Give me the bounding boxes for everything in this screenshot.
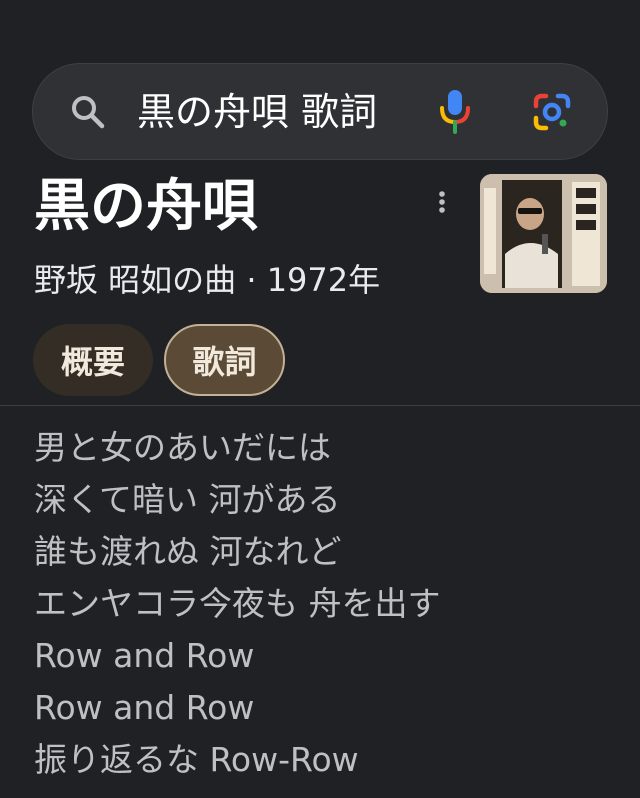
mic-icon[interactable] (437, 88, 473, 134)
more-vert-icon[interactable] (430, 186, 454, 218)
lyric-line: 誰も渡れぬ 河なれど (34, 532, 342, 571)
lyric-line: Row and Row (34, 688, 255, 727)
lyric-line: 男と女のあいだには (34, 428, 331, 467)
lyric-line: Row and Row (34, 636, 255, 675)
lyric-line: 振り返るな Row-Row (34, 740, 359, 779)
lyrics-block: 男と女のあいだには 深くて暗い 河がある 誰も渡れぬ 河なれど エンヤコラ今夜も… (34, 422, 624, 786)
album-thumbnail[interactable] (480, 174, 607, 293)
song-title: 黒の舟唄 (34, 174, 258, 239)
chip-lyrics[interactable]: 歌詞 (164, 324, 285, 396)
lyric-line: エンヤコラ今夜も 舟を出す (34, 584, 441, 623)
google-lens-icon[interactable] (532, 92, 572, 132)
lyric-line: 深くて暗い 河がある (34, 480, 341, 519)
chip-overview[interactable]: 概要 (33, 324, 153, 396)
divider (0, 405, 640, 406)
search-input[interactable]: 黒の舟唄 歌詞 (137, 84, 377, 140)
song-subtitle: 野坂 昭如の曲 · 1972年 (34, 261, 381, 299)
search-icon[interactable] (69, 93, 107, 131)
